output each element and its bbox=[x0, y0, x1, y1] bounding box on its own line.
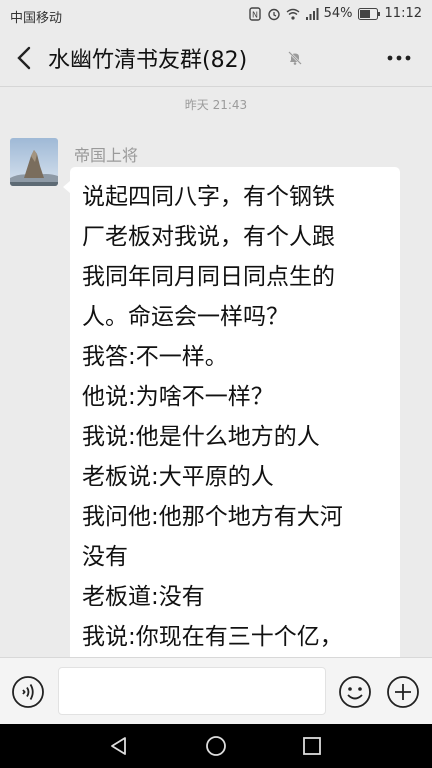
sender-name: 帝国上将 bbox=[74, 146, 139, 165]
input-bar bbox=[0, 657, 432, 724]
chat-header: 水幽竹清书友群(82) bbox=[0, 30, 432, 87]
message-line: 厂老板对我说，有个人跟 bbox=[82, 224, 335, 250]
emoji-icon[interactable] bbox=[338, 675, 372, 709]
chat-area[interactable]: 昨天 21:43 帝国上将 说起四同八字，有个钢铁 厂老板对我说，有个人跟 我同… bbox=[0, 87, 432, 657]
battery-percent: 54% bbox=[323, 6, 353, 21]
message-timestamp: 昨天 21:43 bbox=[184, 98, 248, 112]
status-bar: 中国移动 N 54% 11:12 bbox=[0, 0, 432, 30]
message-line: 说起四同八字，有个钢铁 bbox=[82, 184, 335, 210]
mountain-photo-avatar bbox=[10, 138, 58, 186]
more-horizontal-icon[interactable] bbox=[386, 46, 412, 70]
sim-icon: N bbox=[248, 6, 261, 21]
page-title: 水幽竹清书友群(82) bbox=[48, 48, 248, 73]
svg-text:N: N bbox=[252, 10, 258, 19]
message-line: 他说:为啥不一样？ bbox=[82, 384, 274, 410]
system-nav-bar bbox=[0, 724, 432, 768]
chevron-left-icon[interactable] bbox=[10, 42, 38, 74]
message-line: 我同年同月同日同点生的 bbox=[82, 264, 335, 290]
sender-avatar[interactable] bbox=[10, 138, 58, 186]
signal-icon bbox=[305, 7, 319, 20]
alarm-icon bbox=[267, 8, 280, 20]
message-bubble[interactable]: 说起四同八字，有个钢铁 厂老板对我说，有个人跟 我同年同月同日同点生的 人。命运… bbox=[63, 167, 400, 657]
message-line: 我说:你现在有三十个亿， bbox=[82, 624, 343, 650]
message-line: 人。命运会一样吗？ bbox=[82, 304, 289, 330]
voice-icon[interactable] bbox=[11, 675, 45, 709]
bell-muted-icon bbox=[288, 51, 302, 65]
triangle-back-icon[interactable] bbox=[107, 734, 131, 758]
message-line: 我说:他是什么地方的人 bbox=[82, 424, 320, 450]
circle-home-icon[interactable] bbox=[204, 734, 228, 758]
clock: 11:12 bbox=[384, 6, 422, 21]
message-input[interactable] bbox=[58, 667, 326, 715]
battery-icon bbox=[357, 7, 380, 20]
square-recents-icon[interactable] bbox=[300, 734, 324, 758]
plus-circle-icon[interactable] bbox=[386, 675, 420, 709]
carrier-label: 中国移动 bbox=[10, 11, 63, 26]
message-line: 没有 bbox=[82, 544, 128, 570]
message-line: 我问他:他那个地方有大河 bbox=[82, 504, 343, 530]
status-icons: N 54% 11:12 bbox=[248, 6, 422, 21]
message-line: 老板道:没有 bbox=[82, 584, 205, 610]
message-line: 我答:不一样。 bbox=[82, 344, 228, 370]
wifi-icon bbox=[286, 8, 300, 20]
message-line: 老板说:大平原的人 bbox=[82, 464, 274, 490]
